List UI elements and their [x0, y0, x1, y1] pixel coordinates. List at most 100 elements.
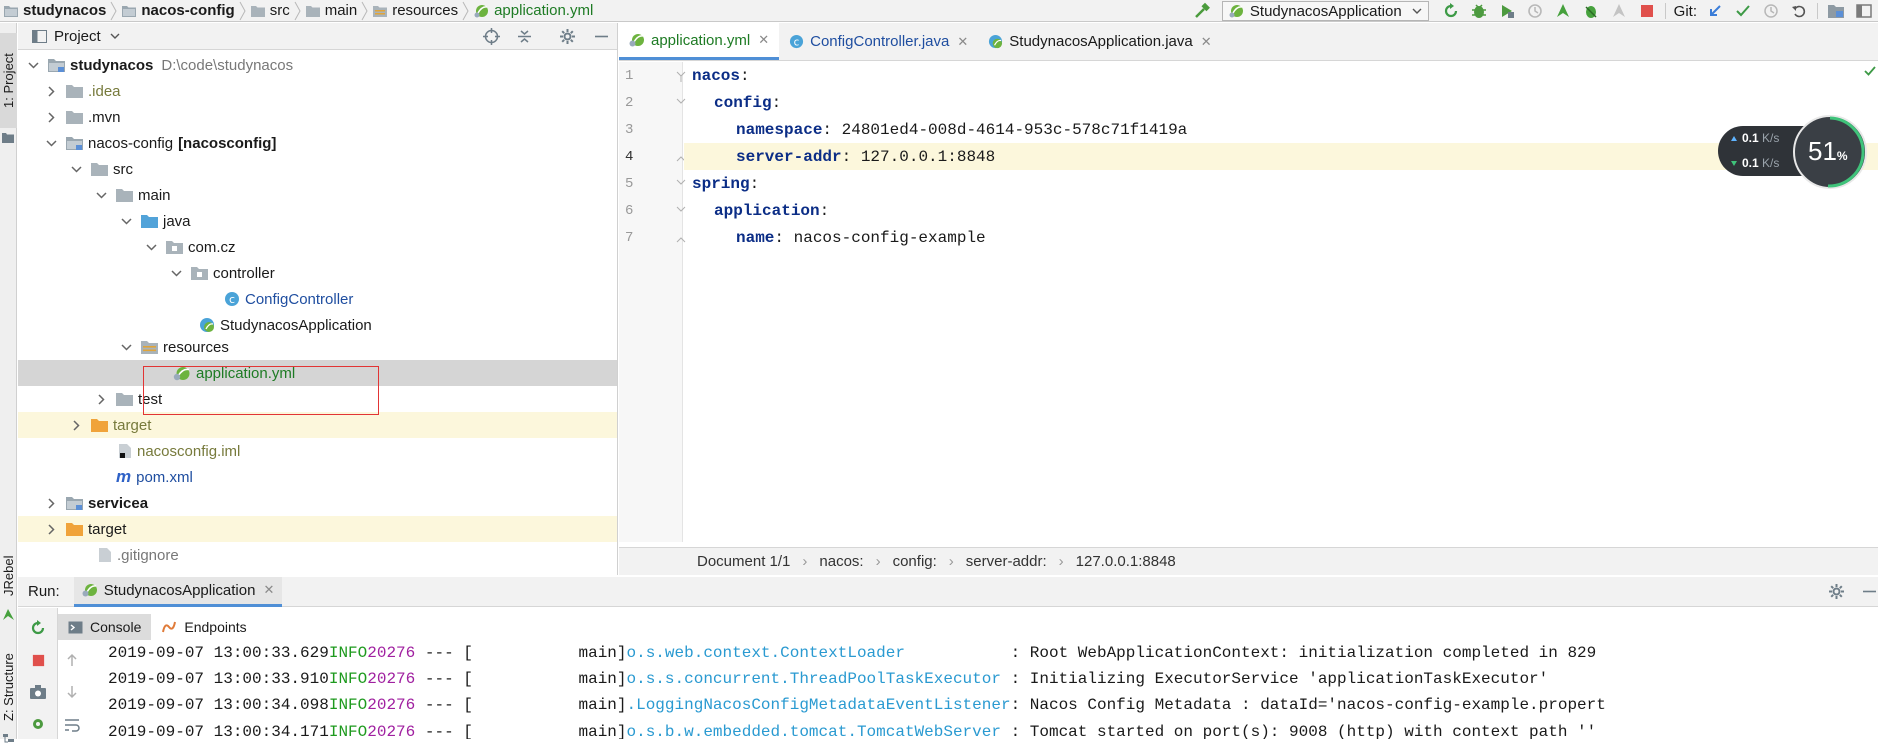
tree-item-src[interactable]: src	[18, 156, 617, 182]
chevron-down-icon	[144, 240, 158, 254]
module-folder-icon	[4, 5, 18, 17]
chevron-down-icon	[1412, 8, 1422, 15]
svg-text:c: c	[794, 36, 800, 48]
tree-item-mvn[interactable]: .mvn	[18, 104, 617, 130]
breadcrumb-resources[interactable]: resources	[369, 0, 461, 21]
chevron-right-icon	[44, 84, 58, 98]
screenshot-button[interactable]	[28, 682, 48, 702]
project-structure-button[interactable]	[1822, 0, 1850, 21]
line-number: 2	[625, 95, 634, 111]
left-tool-strip: 1: Project JRebel Z: Structure	[0, 23, 17, 743]
code-line-current: server-addr: 127.0.0.1:8848	[684, 143, 1878, 170]
debug-button[interactable]	[1465, 0, 1493, 21]
svg-text:c: c	[229, 293, 235, 306]
code-line: application:	[714, 201, 830, 220]
collapse-all-button[interactable]	[516, 28, 533, 45]
log-line: 2019-09-07 13:00:34.171 INFO 20276 --- […	[108, 722, 1597, 740]
close-icon[interactable]: ✕	[1201, 34, 1212, 50]
tree-item-nacos-config[interactable]: nacos-config [nacosconfig]	[18, 130, 617, 156]
scroll-up-icon[interactable]	[66, 653, 78, 667]
inspection-ok-icon[interactable]	[1864, 66, 1876, 76]
collapse-all-icon	[518, 30, 531, 43]
close-icon[interactable]: ✕	[957, 34, 968, 50]
code-editor[interactable]: nacos: config: namespace: 24801ed4-008d-…	[684, 62, 1878, 542]
jrebel-attach-button[interactable]	[1605, 0, 1633, 21]
jrebel-run-button[interactable]	[1549, 0, 1577, 21]
tree-item-idea[interactable]: .idea	[18, 78, 617, 104]
breadcrumb-nacos-config[interactable]: nacos-config	[118, 0, 237, 21]
project-tool-window-tab[interactable]: 1: Project	[0, 33, 17, 128]
close-icon[interactable]: ✕	[263, 582, 274, 598]
settings-button[interactable]	[1828, 583, 1845, 600]
jrebel-debug-button[interactable]	[1577, 0, 1605, 21]
crosshair-icon	[483, 28, 500, 45]
excluded-folder-icon	[66, 522, 83, 536]
tree-item-studynacos[interactable]: studynacos D:\code\studynacos	[18, 52, 617, 78]
tab-studynacosapplication-java[interactable]: StudynacosApplication.java ✕	[978, 23, 1221, 60]
git-rollback-button[interactable]	[1785, 0, 1813, 21]
tab-console[interactable]: Console	[58, 614, 152, 640]
tree-item-servicea[interactable]: servicea	[18, 490, 617, 516]
jrebel-button[interactable]	[28, 714, 48, 734]
breadcrumb-separator-icon	[109, 0, 118, 21]
jrebel-tool-window-tab[interactable]: JRebel	[0, 548, 17, 603]
tab-application-yml[interactable]: application.yml ✕	[619, 23, 780, 60]
tree-item-resources[interactable]: resources	[18, 334, 617, 360]
scroll-down-icon[interactable]	[66, 685, 78, 699]
breadcrumb-main[interactable]: main	[302, 0, 361, 21]
stop-button[interactable]	[28, 650, 48, 670]
tree-item-configcontroller[interactable]: c ConfigController	[18, 286, 617, 312]
rerun-button[interactable]	[1437, 0, 1465, 21]
breadcrumb-application-yml[interactable]: application.yml	[470, 0, 596, 21]
tree-item-target[interactable]: target	[18, 412, 617, 438]
folder-icon	[2, 133, 14, 143]
breadcrumb-studynacos[interactable]: studynacos	[0, 0, 109, 21]
console-icon	[68, 621, 83, 634]
tree-item-pom-xml[interactable]: m pom.xml	[18, 464, 617, 490]
run-configuration-select[interactable]: StudynacosApplication	[1221, 1, 1429, 21]
sdk-settings-button[interactable]	[1850, 0, 1878, 21]
profile-button[interactable]	[1521, 0, 1549, 21]
log-line: 2019-09-07 13:00:33.910 INFO 20276 --- […	[108, 669, 1549, 688]
stop-button[interactable]	[1633, 0, 1661, 21]
tab-configcontroller-java[interactable]: c ConfigController.java ✕	[779, 23, 978, 60]
tree-item-nacosconfig-iml[interactable]: nacosconfig.iml	[18, 438, 617, 464]
rerun-button[interactable]	[28, 618, 48, 638]
code-line: config:	[714, 93, 782, 112]
jrebel-icon	[2, 608, 15, 621]
soft-wrap-icon[interactable]	[64, 718, 80, 732]
hide-panel-button[interactable]	[1861, 583, 1878, 600]
editor-tabs: application.yml ✕ c ConfigController.jav…	[619, 23, 1878, 61]
breadcrumb-src[interactable]: src	[247, 0, 293, 21]
project-view-select[interactable]: Project	[54, 28, 120, 45]
clock-icon	[1764, 4, 1778, 18]
tab-endpoints[interactable]: Endpoints	[151, 614, 256, 640]
git-update-button[interactable]	[1701, 0, 1729, 21]
build-button[interactable]	[1188, 0, 1216, 21]
tree-item-gitignore[interactable]: .gitignore	[18, 542, 617, 568]
locate-target-button[interactable]	[483, 28, 500, 45]
source-folder-icon	[141, 214, 158, 228]
module-folder-icon	[122, 5, 137, 17]
console-output[interactable]: 2019-09-07 13:00:33.629 INFO 20276 --- […	[58, 640, 1878, 739]
hide-panel-button[interactable]	[593, 28, 610, 45]
spring-boot-icon	[1229, 4, 1244, 18]
tree-item-target-root[interactable]: target	[18, 516, 617, 542]
gear-icon	[560, 29, 575, 44]
project-panel-header: Project	[18, 23, 617, 50]
folder-icon	[116, 188, 133, 202]
run-tab-studynacosapplication[interactable]: StudynacosApplication ✕	[73, 576, 283, 607]
tree-item-java[interactable]: java	[18, 208, 617, 234]
close-icon[interactable]: ✕	[758, 32, 769, 48]
java-class-icon: c	[789, 34, 804, 49]
settings-button[interactable]	[559, 28, 576, 45]
tree-item-controller[interactable]: controller	[18, 260, 617, 286]
structure-tool-window-tab[interactable]: Z: Structure	[0, 643, 17, 731]
line-number: 1	[625, 68, 634, 84]
git-commit-button[interactable]	[1729, 0, 1757, 21]
tree-item-main[interactable]: main	[18, 182, 617, 208]
network-monitor-widget[interactable]: 0.1 K/s 0.1 K/s 51%	[1718, 114, 1868, 190]
run-with-coverage-button[interactable]	[1493, 0, 1521, 21]
tree-item-com-cz[interactable]: com.cz	[18, 234, 617, 260]
git-history-button[interactable]	[1757, 0, 1785, 21]
